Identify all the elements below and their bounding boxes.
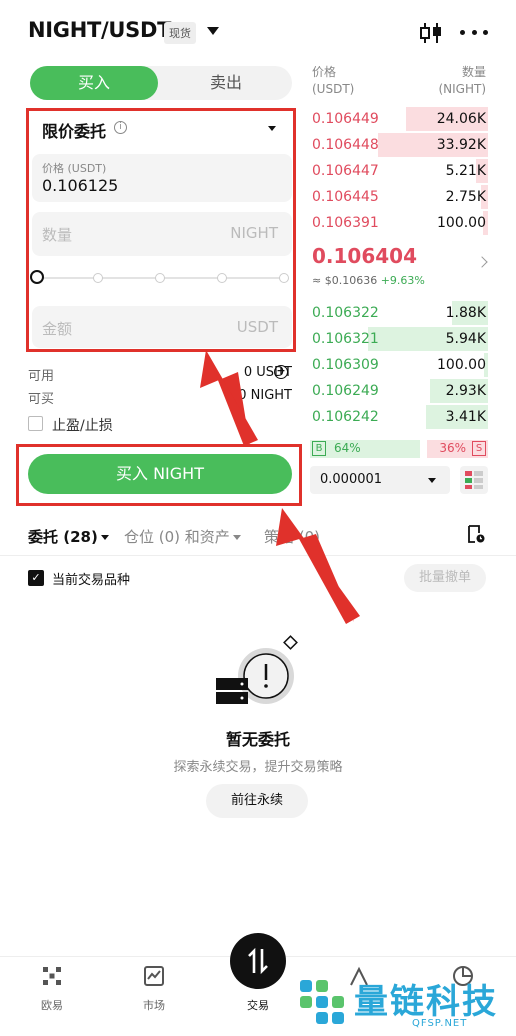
tpsl-label[interactable]: 止盈/止损: [52, 415, 113, 435]
nav-home-label: 欧易: [41, 999, 63, 1012]
top-bar: NIGHT/USDT 现货: [0, 0, 516, 60]
okx-logo-icon: [43, 967, 61, 985]
bid-row[interactable]: 0.106249 2.93K: [310, 379, 488, 403]
tab-positions[interactable]: 仓位 (0) 和资产: [124, 526, 241, 547]
highlight-buy-button: [16, 444, 302, 506]
sell-tag: S: [472, 441, 486, 456]
empty-subtitle: 探索永续交易，提升交易策略: [173, 760, 343, 775]
bid-row[interactable]: 0.106242 3.41K: [310, 405, 488, 429]
orderbook-qty-header: 数量 (NIGHT): [420, 64, 486, 98]
trade-arrows-icon: [248, 947, 268, 975]
ask-row[interactable]: 0.106449 24.06K: [310, 107, 488, 131]
qty-header-label: 数量: [461, 65, 486, 79]
orderbook-layout-icon[interactable]: [460, 466, 488, 494]
nav-trade-label: 交易: [247, 999, 269, 1012]
precision-value: 0.000001: [320, 472, 383, 487]
tab-sell[interactable]: 卖出: [160, 66, 292, 100]
current-pair-checkbox[interactable]: ✓: [28, 570, 44, 586]
bid-row[interactable]: 0.106321 5.94K: [310, 327, 488, 351]
pair-dropdown-icon[interactable]: [207, 27, 219, 35]
bid-quantity: 2.93K: [445, 383, 486, 399]
ask-quantity: 2.75K: [445, 189, 486, 205]
market-chart-icon: [144, 966, 164, 986]
price-header-label: 价格: [312, 65, 337, 79]
tab-strategies[interactable]: 策略 (0): [264, 526, 320, 547]
bid-price: 0.106249: [312, 383, 379, 399]
buy-ratio-fill: [310, 440, 421, 458]
nav-market[interactable]: 市场: [124, 965, 184, 1013]
bid-row[interactable]: 0.106322 1.88K: [310, 301, 488, 325]
last-price-sub: ≈ $0.10636 +9.63%: [312, 274, 425, 287]
market-type-badge: 现货: [164, 22, 196, 44]
batch-cancel-button[interactable]: 批量撤单: [404, 564, 486, 592]
ask-price: 0.106447: [312, 163, 379, 179]
ask-row[interactable]: 0.106447 5.21K: [310, 159, 488, 183]
watermark-sub: QFSP.NET: [412, 1018, 468, 1029]
precision-select[interactable]: 0.000001: [310, 466, 450, 494]
bid-quantity: 100.00: [437, 357, 486, 373]
price-change: +9.63%: [380, 274, 425, 287]
watermark-logo-icon: [300, 980, 344, 1024]
last-price[interactable]: 0.106404: [312, 244, 417, 268]
watermark-text: 量链科技: [354, 982, 498, 1022]
tab-positions-label: 仓位 (0) 和资产: [124, 528, 230, 546]
precision-caret-icon: [428, 478, 436, 483]
tab-orders[interactable]: 委托 (28): [28, 526, 109, 547]
ask-quantity: 100.00: [437, 215, 486, 231]
highlight-order-form: [26, 108, 296, 352]
buy-sell-switch: 买入 卖出: [30, 66, 292, 100]
order-list-tabs: 委托 (28) 仓位 (0) 和资产 策略 (0): [0, 520, 516, 556]
can-buy-label: 可买: [28, 392, 55, 407]
buy-sell-ratio-bar: B 64% 36% S: [310, 440, 488, 458]
ask-quantity: 33.92K: [436, 137, 486, 153]
last-fiat: ≈ $0.10636: [312, 274, 378, 287]
buy-percent: 64%: [334, 441, 361, 455]
bid-price: 0.106322: [312, 305, 379, 321]
chevron-down-icon: [232, 535, 241, 540]
candlestick-chart-icon[interactable]: [418, 20, 444, 46]
empty-orders-illustration: [216, 635, 298, 704]
bid-quantity: 1.88K: [445, 305, 486, 321]
tab-buy[interactable]: 买入: [30, 66, 158, 100]
nav-trade-button[interactable]: [230, 933, 286, 989]
ask-quantity: 5.21K: [445, 163, 486, 179]
chevron-right-icon[interactable]: [476, 256, 488, 268]
nav-market-label: 市场: [143, 999, 165, 1012]
ask-quantity: 24.06K: [436, 111, 486, 127]
trading-pair-title[interactable]: NIGHT/USDT: [28, 18, 171, 42]
can-buy-value: 0 NIGHT: [238, 388, 292, 403]
empty-title: 暂无委托: [225, 730, 290, 749]
bid-price: 0.106242: [312, 409, 379, 425]
current-pair-label[interactable]: 当前交易品种: [52, 569, 130, 588]
go-perpetual-button[interactable]: 前往永续: [206, 784, 308, 818]
bid-row[interactable]: 0.106309 100.00: [310, 353, 488, 377]
tpsl-checkbox[interactable]: [28, 416, 43, 431]
nav-home[interactable]: 欧易: [22, 965, 82, 1013]
available-label: 可用: [28, 369, 55, 384]
ask-row[interactable]: 0.106445 2.75K: [310, 185, 488, 209]
watermark: 量链科技 QFSP.NET: [296, 972, 516, 1036]
bid-quantity: 3.41K: [445, 409, 486, 425]
price-header-unit: (USDT): [312, 82, 355, 96]
sell-percent: 36%: [439, 441, 466, 455]
order-history-icon[interactable]: [466, 524, 486, 544]
ask-price: 0.106391: [312, 215, 379, 231]
bid-price: 0.106309: [312, 357, 379, 373]
bid-price: 0.106321: [312, 331, 379, 347]
orderbook-price-header: 价格 (USDT): [312, 64, 354, 98]
chevron-down-icon: [100, 535, 109, 540]
bid-quantity: 5.94K: [445, 331, 486, 347]
ask-row[interactable]: 0.106448 33.92K: [310, 133, 488, 157]
deposit-plus-icon[interactable]: +: [274, 365, 288, 379]
ask-price: 0.106445: [312, 189, 379, 205]
ask-price: 0.106448: [312, 137, 379, 153]
qty-header-unit: (NIGHT): [438, 82, 486, 96]
more-options-icon[interactable]: [460, 20, 488, 44]
tab-orders-label: 委托 (28): [28, 528, 98, 546]
ask-price: 0.106449: [312, 111, 379, 127]
ask-row[interactable]: 0.106391 100.00: [310, 211, 488, 235]
buy-tag: B: [312, 441, 326, 456]
